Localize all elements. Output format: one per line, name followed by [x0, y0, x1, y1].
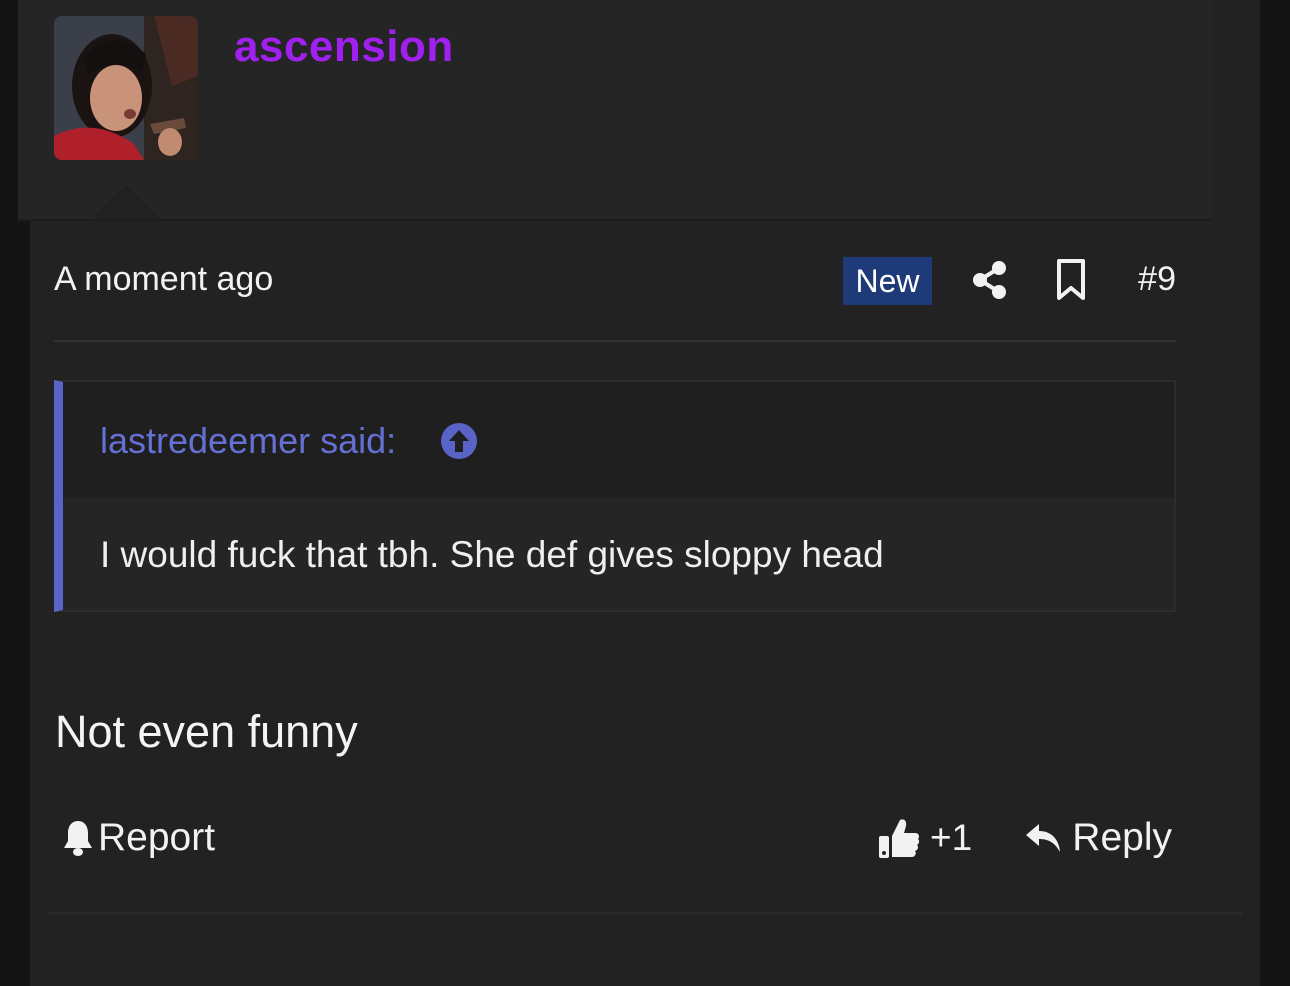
- quote-header: lastredeemer said:: [63, 382, 1174, 498]
- post-meta-row: A moment ago New #9: [54, 256, 1176, 306]
- quote-text: I would fuck that tbh. She def gives slo…: [100, 534, 884, 575]
- username[interactable]: ascension: [234, 22, 454, 72]
- reply-button[interactable]: Reply: [1024, 816, 1172, 860]
- reply-arrow-icon: [1026, 824, 1061, 852]
- post-user-header: ascension: [18, 0, 1212, 221]
- report-button[interactable]: Report: [62, 816, 215, 860]
- share-icon[interactable]: [972, 260, 1008, 300]
- thumbs-up-icon: [879, 819, 920, 858]
- quote-author[interactable]: lastredeemer said:: [100, 420, 396, 462]
- post-bottom-divider: [48, 912, 1242, 915]
- new-badge: New: [843, 257, 932, 305]
- post-message: Not even funny: [55, 706, 358, 757]
- post-number[interactable]: #9: [1138, 260, 1176, 299]
- post-actions: Report +1 Reply: [54, 812, 1176, 872]
- header-pointer: [92, 186, 160, 220]
- bookmark-icon[interactable]: [1054, 258, 1088, 302]
- report-label: Report: [98, 816, 216, 859]
- like-button[interactable]: +1: [878, 816, 972, 860]
- meta-divider: [54, 340, 1176, 342]
- bell-icon: [64, 821, 92, 856]
- like-count: +1: [930, 817, 973, 858]
- reply-label: Reply: [1072, 816, 1172, 859]
- avatar[interactable]: [54, 16, 198, 160]
- post-timestamp[interactable]: A moment ago: [54, 260, 273, 299]
- arrow-up-circle-icon[interactable]: [440, 422, 478, 460]
- quote-block: lastredeemer said: I would fuck that tbh…: [54, 380, 1176, 612]
- avatar-image: [54, 16, 198, 160]
